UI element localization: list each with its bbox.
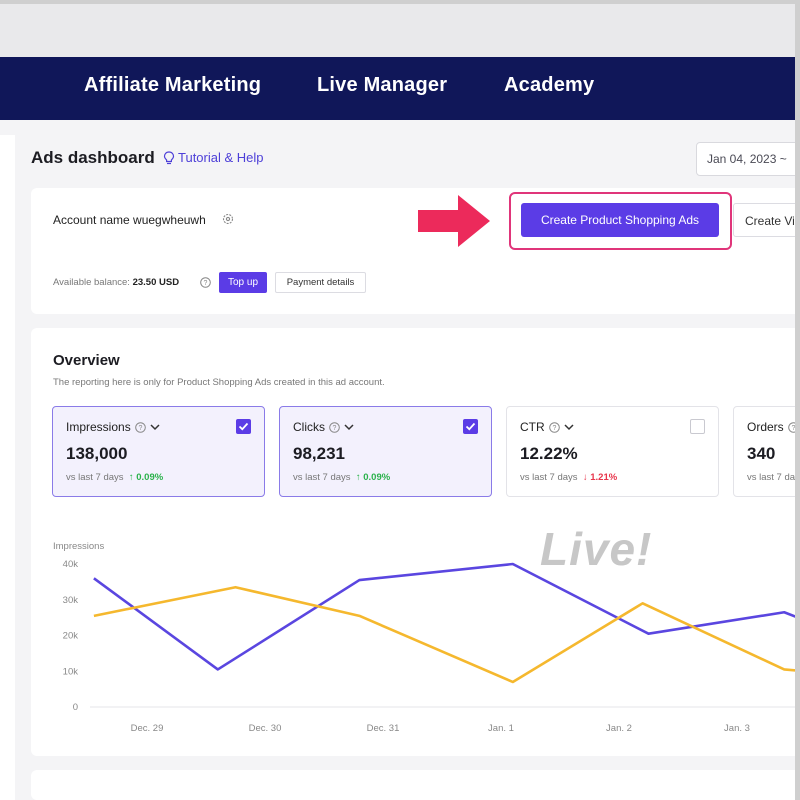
- metric-compare: vs last 7 days ↑ 0.09%: [66, 472, 163, 483]
- impressions-line-chart: Impressions 40k 30k 20k 10k 0 Dec. 29 Dec. 30…: [53, 541, 800, 734]
- help-circle-icon[interactable]: ?: [329, 421, 340, 433]
- date-range-picker[interactable]: Jan 04, 2023 ~: [696, 142, 800, 176]
- y-tick-label: 20k: [63, 631, 79, 642]
- metric-value: 12.22%: [520, 444, 578, 463]
- live-watermark: Live!: [540, 523, 653, 575]
- x-tick-label: Dec. 30: [249, 723, 282, 734]
- metric-value: 138,000: [66, 444, 128, 463]
- change-value: 0.09%: [363, 472, 391, 483]
- svg-text:?: ?: [552, 425, 556, 432]
- compare-label: vs last 7 days: [520, 472, 578, 483]
- payment-details-button[interactable]: Payment details: [275, 272, 366, 293]
- metric-checkbox[interactable]: [463, 419, 478, 434]
- arrow-down-icon: ↓: [582, 472, 588, 483]
- help-circle-icon[interactable]: ?: [134, 421, 146, 433]
- metric-card-ctr[interactable]: CTR ? 12.22% vs last 7 days ↓ 1.21%: [506, 406, 719, 497]
- svg-text:?: ?: [204, 280, 208, 287]
- tutorial-help-label: Tutorial & Help: [178, 150, 264, 165]
- browser-top-area: [0, 0, 800, 57]
- change-value: 0.09%: [136, 472, 164, 483]
- screen-edge: [795, 0, 800, 800]
- chevron-down-icon[interactable]: [150, 423, 160, 431]
- balance-label: Available balance:: [53, 277, 130, 288]
- available-balance: Available balance: 23.50 USD: [53, 277, 179, 288]
- change-value: 1.21%: [590, 472, 618, 483]
- gear-icon[interactable]: [222, 213, 234, 225]
- metric-name: Clicks: [293, 420, 325, 434]
- y-tick-label: 40k: [63, 559, 79, 570]
- lightbulb-icon: [163, 150, 175, 164]
- arrow-right-icon: [418, 195, 490, 247]
- metric-value: 98,231: [293, 444, 345, 463]
- nav-item-affiliate-marketing[interactable]: Affiliate Marketing: [84, 74, 261, 97]
- metric-name: Orders: [747, 420, 784, 434]
- chevron-down-icon[interactable]: [344, 423, 354, 431]
- svg-text:?: ?: [138, 425, 142, 432]
- compare-label: vs last 7 days: [293, 472, 351, 483]
- metric-checkbox[interactable]: [236, 419, 251, 434]
- arrow-up-icon: ↑: [355, 472, 361, 483]
- overview-subtitle: The reporting here is only for Product S…: [53, 377, 385, 388]
- x-tick-label: Dec. 31: [367, 723, 400, 734]
- create-product-shopping-ads-button[interactable]: Create Product Shopping Ads: [521, 203, 719, 237]
- help-circle-icon[interactable]: ?: [548, 421, 560, 433]
- bottom-card: [31, 770, 800, 800]
- metric-name: Impressions: [66, 420, 131, 434]
- chevron-down-icon[interactable]: [564, 423, 574, 431]
- x-tick-label: Jan. 1: [488, 723, 514, 734]
- metric-header: Orders ?: [747, 420, 799, 434]
- top-up-button[interactable]: Top up: [219, 272, 267, 293]
- x-tick-label: Dec. 29: [131, 723, 164, 734]
- x-tick-label: Jan. 3: [724, 723, 750, 734]
- balance-value: 23.50 USD: [132, 277, 180, 288]
- info-icon[interactable]: ?: [200, 277, 211, 288]
- y-tick-label: 0: [73, 702, 78, 713]
- series-line-1: [93, 585, 800, 684]
- compare-label: vs last 7 days: [747, 472, 800, 483]
- tutorial-help-link[interactable]: Tutorial & Help: [163, 150, 264, 165]
- create-video-ads-button[interactable]: Create Video Ads: [733, 203, 800, 237]
- left-sidebar: [0, 135, 15, 800]
- metric-header: CTR ?: [520, 420, 574, 434]
- page-title: Ads dashboard: [31, 148, 155, 167]
- metric-header: Clicks ?: [293, 420, 354, 434]
- metric-card-clicks[interactable]: Clicks ? 98,231 vs last 7 days ↑ 0.09%: [279, 406, 492, 497]
- metric-compare: vs last 7 days ↓ 1.21%: [520, 472, 617, 483]
- nav-item-academy[interactable]: Academy: [504, 74, 594, 97]
- arrow-up-icon: ↑: [128, 472, 134, 483]
- metric-name: CTR: [520, 420, 545, 434]
- check-icon: [465, 422, 476, 431]
- account-name: Account name wuegwheuwh: [53, 213, 206, 227]
- screen: Affiliate Marketing Live Manager Academy…: [0, 0, 800, 800]
- svg-text:?: ?: [333, 425, 337, 432]
- metric-header: Impressions ?: [66, 420, 160, 434]
- top-navbar: Affiliate Marketing Live Manager Academy: [0, 57, 800, 120]
- nav-item-live-manager[interactable]: Live Manager: [317, 74, 447, 97]
- metric-checkbox[interactable]: [690, 419, 705, 434]
- overview-title: Overview: [53, 352, 120, 369]
- metric-compare: vs last 7 days ↑ 0.09%: [293, 472, 390, 483]
- check-icon: [238, 422, 249, 431]
- y-axis-label: Impressions: [53, 541, 104, 552]
- y-tick-label: 30k: [63, 595, 79, 606]
- compare-label: vs last 7 days: [66, 472, 124, 483]
- metric-value: 340: [747, 444, 776, 463]
- metric-card-orders[interactable]: Orders ? 340 vs last 7 days: [733, 406, 800, 497]
- metric-card-impressions[interactable]: Impressions ? 138,000 vs last 7 days ↑ 0…: [52, 406, 265, 497]
- x-tick-label: Jan. 2: [606, 723, 632, 734]
- y-tick-label: 10k: [63, 666, 79, 677]
- metric-compare: vs last 7 days: [747, 472, 800, 483]
